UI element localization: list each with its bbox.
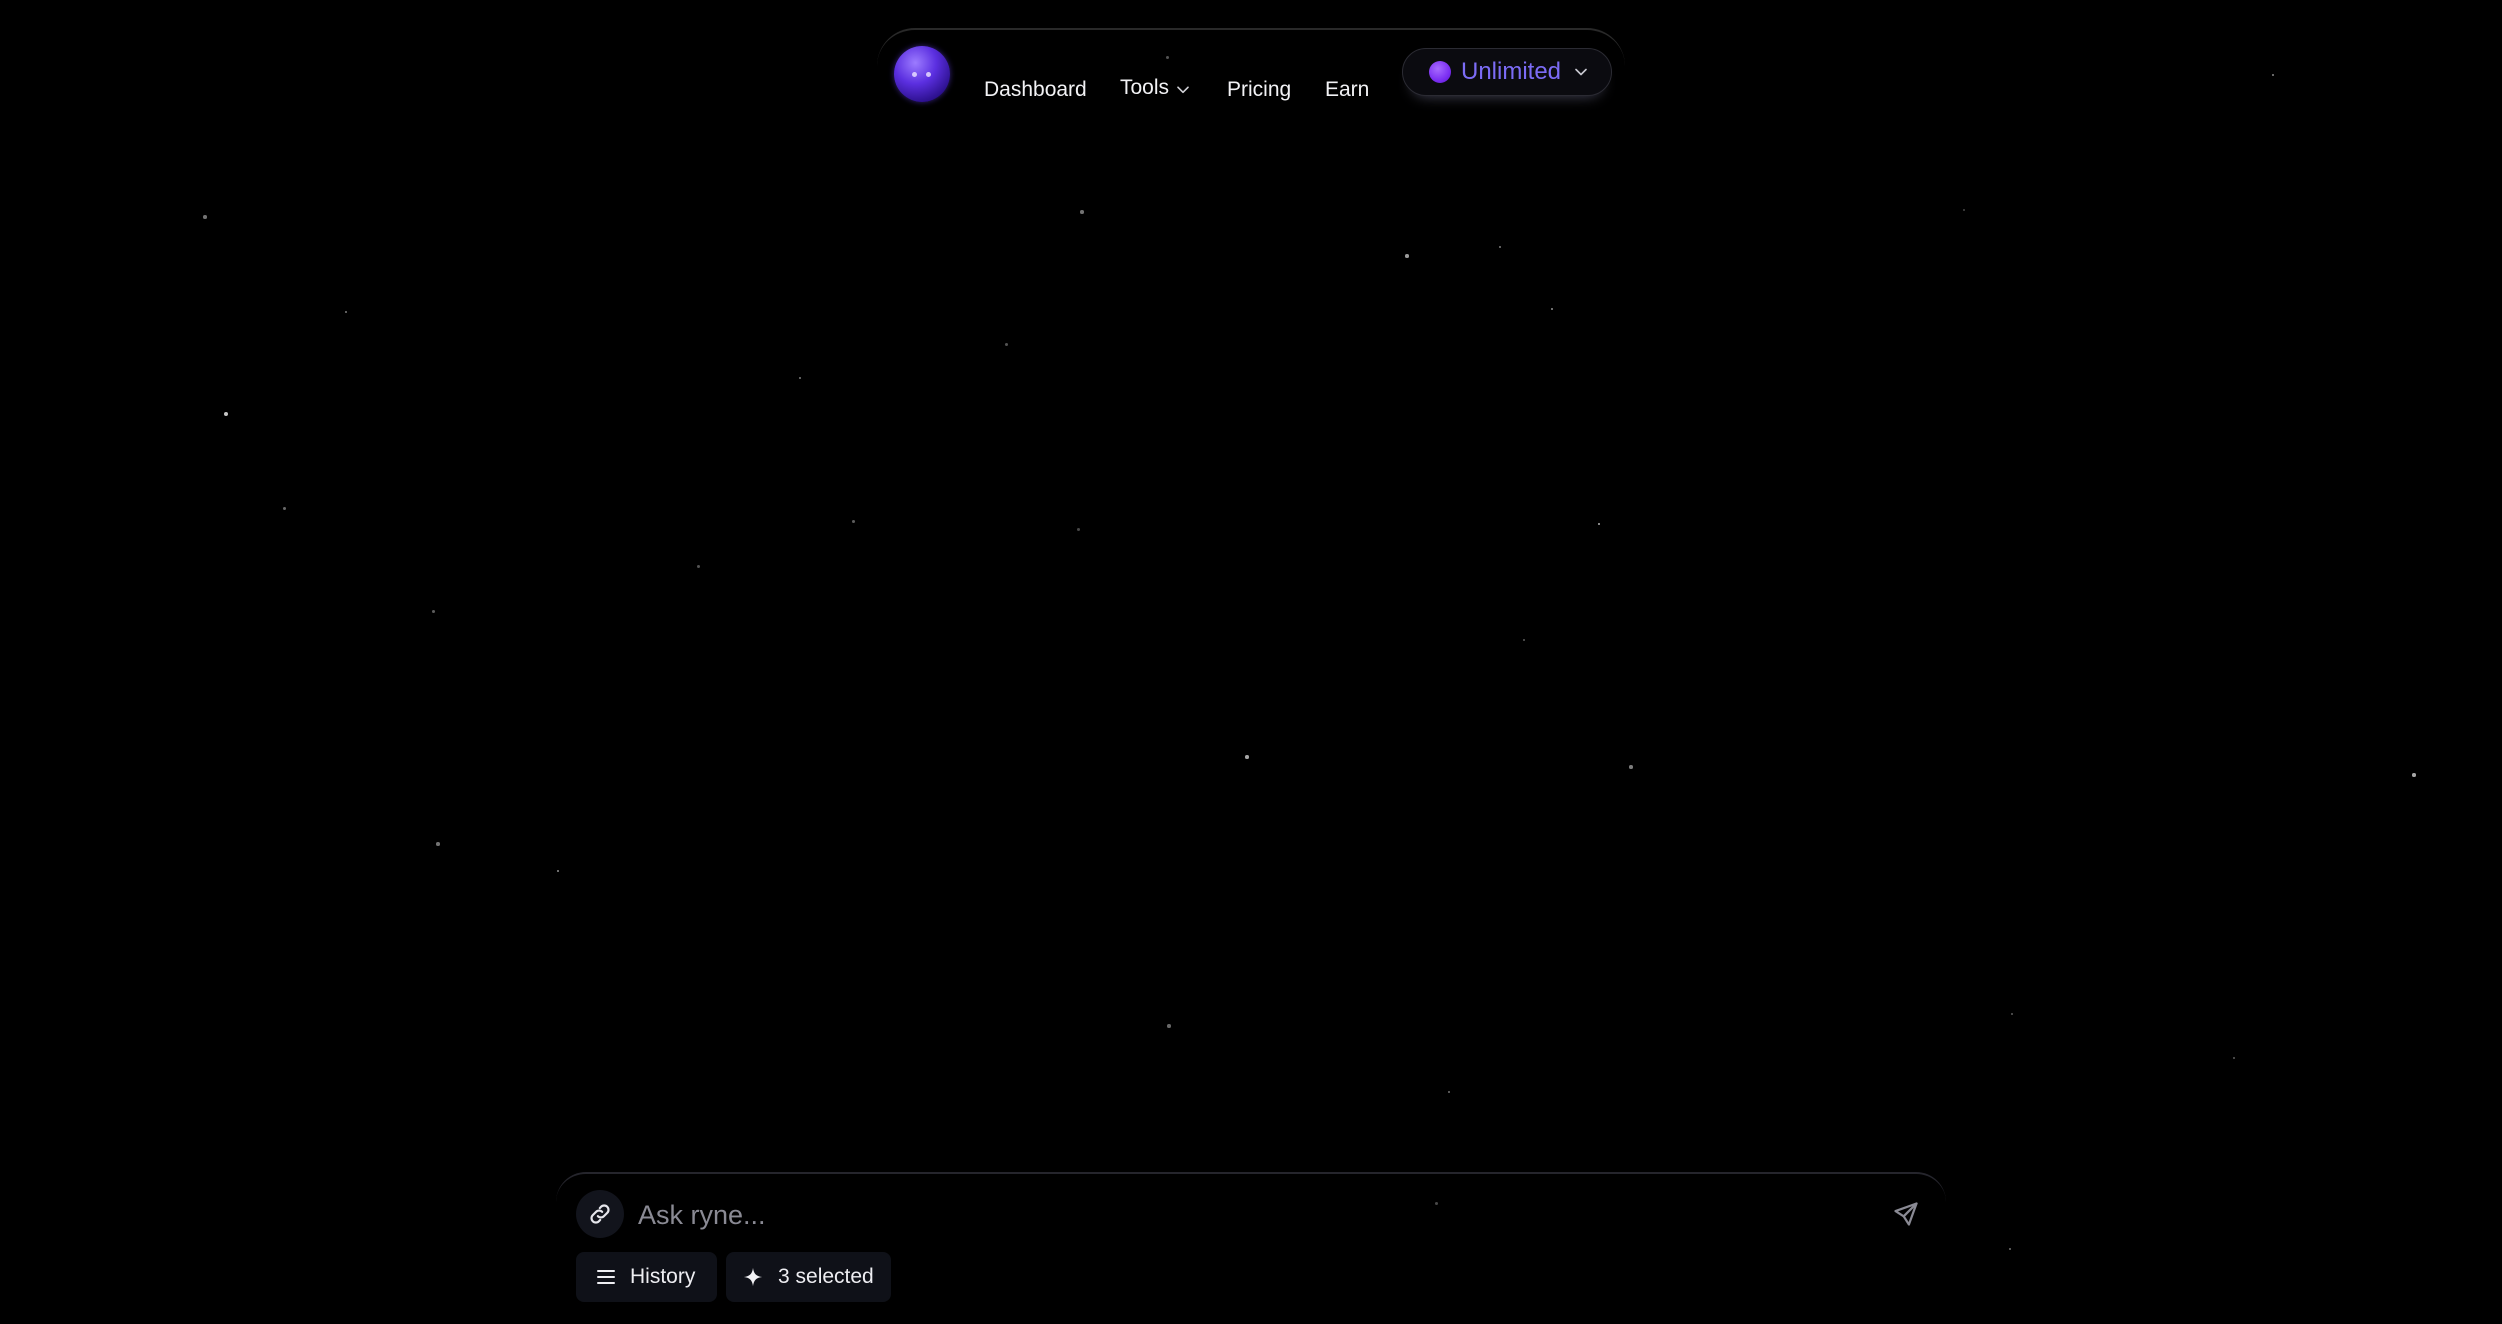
logo-eye-left bbox=[912, 72, 917, 77]
logo-avatar[interactable] bbox=[894, 46, 950, 102]
top-nav: Dashboard Tools Pricing Earn Unlimited bbox=[877, 28, 1625, 104]
chevron-down-icon bbox=[1575, 63, 1587, 81]
star-dot bbox=[1597, 522, 1601, 526]
attach-link-button[interactable] bbox=[576, 1190, 624, 1238]
menu-icon bbox=[596, 1268, 616, 1286]
star-dot bbox=[556, 869, 560, 873]
star-dot bbox=[1405, 254, 1409, 258]
star-dot bbox=[798, 376, 802, 380]
link-icon bbox=[587, 1201, 613, 1227]
star-dot bbox=[1245, 755, 1249, 759]
send-icon bbox=[1892, 1200, 1920, 1228]
nav-earn-link[interactable]: Earn bbox=[1325, 78, 1369, 102]
send-button[interactable] bbox=[1888, 1196, 1924, 1232]
selected-count-label: 3 selected bbox=[778, 1265, 874, 1288]
star-dot bbox=[344, 310, 348, 314]
star-dot bbox=[431, 609, 435, 613]
star-dot bbox=[1076, 527, 1080, 531]
star-dot bbox=[1447, 1090, 1451, 1094]
star-dot bbox=[2271, 73, 2275, 77]
nav-tools-label: Tools bbox=[1120, 75, 1170, 99]
star-dot bbox=[1523, 639, 1525, 641]
starfield-background bbox=[0, 0, 2502, 1324]
star-dot bbox=[696, 564, 700, 568]
star-dot bbox=[2232, 1056, 2236, 1060]
star-dot bbox=[436, 842, 440, 846]
plan-orb-icon bbox=[1429, 61, 1451, 83]
selected-tools-button[interactable]: 3 selected bbox=[726, 1252, 891, 1302]
star-dot bbox=[1629, 765, 1633, 769]
logo-eye-right bbox=[926, 72, 931, 77]
star-dot bbox=[1550, 307, 1554, 311]
nav-tools-menu[interactable]: Tools bbox=[1120, 76, 1189, 100]
sparkle-icon bbox=[742, 1266, 764, 1288]
star-dot bbox=[2412, 773, 2416, 777]
star-dot bbox=[2008, 1247, 2012, 1251]
page: Dashboard Tools Pricing Earn Unlimited A… bbox=[0, 0, 2502, 1324]
plan-label: Unlimited bbox=[1461, 58, 1562, 85]
plan-selector-button[interactable]: Unlimited bbox=[1402, 48, 1612, 96]
star-dot bbox=[1080, 210, 1084, 214]
ask-input[interactable] bbox=[636, 1186, 1800, 1244]
star-dot bbox=[1167, 1024, 1171, 1028]
nav-pricing-link[interactable]: Pricing bbox=[1227, 78, 1291, 102]
star-dot bbox=[223, 411, 229, 417]
nav-dashboard-link[interactable]: Dashboard bbox=[984, 78, 1087, 102]
chat-composer: History 3 selected bbox=[556, 1172, 1946, 1324]
star-dot bbox=[1498, 245, 1502, 249]
star-dot bbox=[1963, 209, 1965, 211]
star-dot bbox=[282, 506, 286, 510]
star-dot bbox=[1004, 342, 1008, 346]
star-dot bbox=[2010, 1012, 2014, 1016]
star-dot bbox=[851, 519, 855, 523]
star-dot bbox=[203, 215, 207, 219]
chevron-down-icon bbox=[1177, 76, 1189, 100]
history-label: History bbox=[630, 1265, 696, 1288]
history-button[interactable]: History bbox=[576, 1252, 717, 1302]
